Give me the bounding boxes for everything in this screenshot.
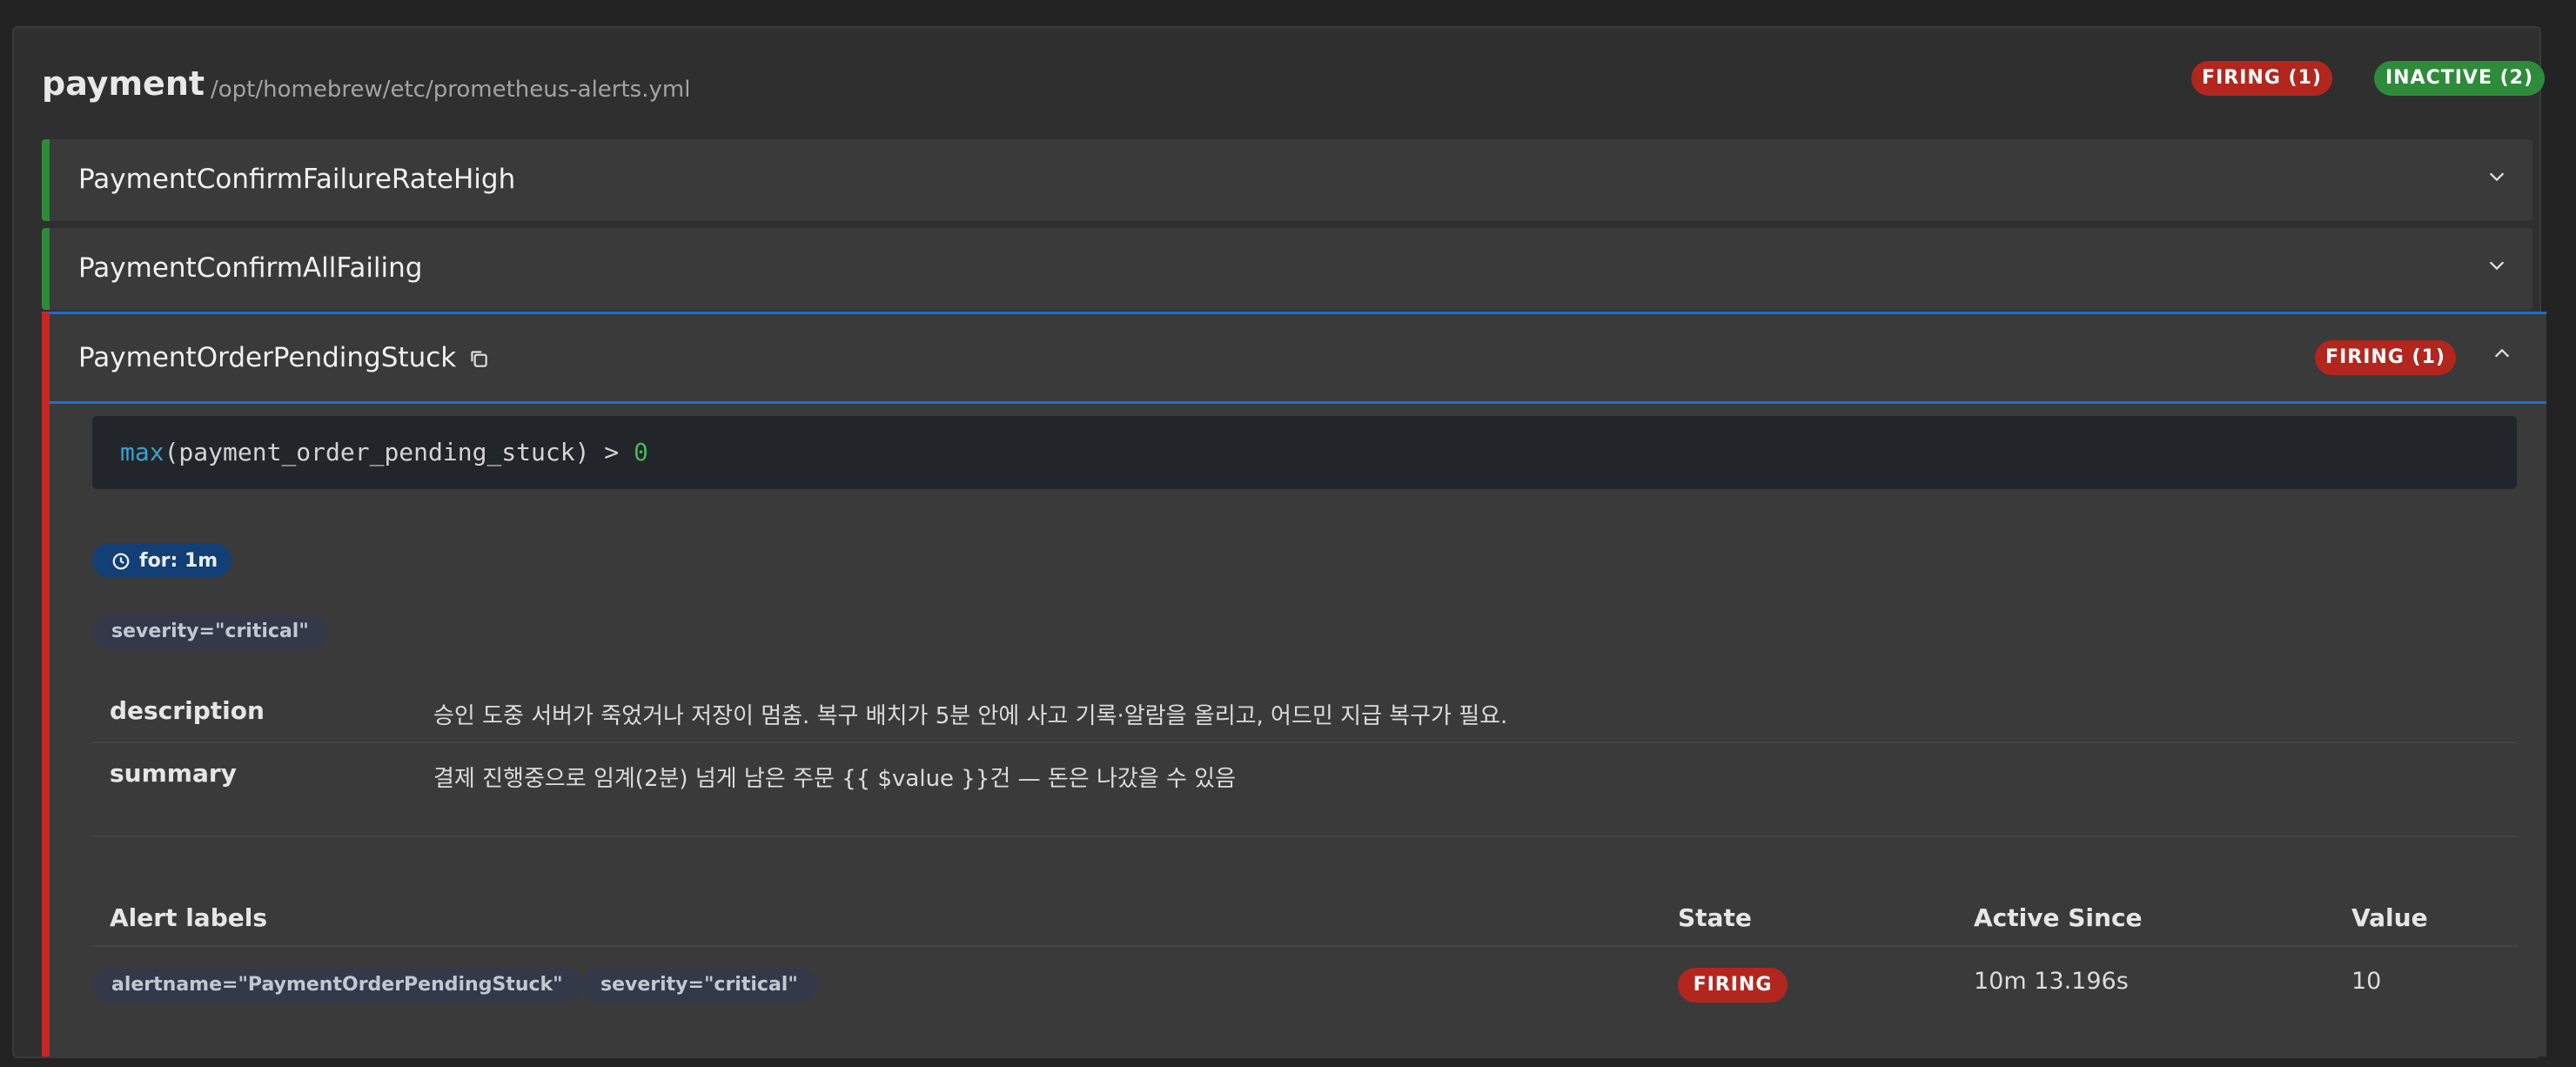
annotation-key: description (110, 696, 265, 725)
query-body: (payment_order_pending_stuck) > (164, 438, 634, 466)
table-row: alertname="PaymentOrderPendingStuck" sev… (92, 956, 2517, 1017)
annotation-key: summary (110, 759, 237, 788)
query-threshold: 0 (634, 438, 648, 466)
group-title: payment (42, 64, 205, 103)
for-duration-pill: for: 1m (92, 543, 231, 578)
alert-value: 10 (2351, 968, 2382, 995)
group-firing-badge[interactable]: FIRING (1) (2191, 61, 2332, 96)
chevron-down-icon[interactable] (2487, 256, 2506, 275)
alert-state-badge: FIRING (1678, 968, 1788, 1003)
for-duration-label: for: 1m (139, 550, 218, 572)
alert-active-since: 10m 13.196s (1974, 968, 2129, 995)
copy-icon[interactable] (467, 347, 490, 370)
annotation-row-summary: summary 결제 진행중으로 임계(2분) 넘게 남은 주문 {{ $val… (92, 743, 2517, 837)
group-inactive-badge[interactable]: INACTIVE (2) (2374, 61, 2545, 96)
rule-firing-badge[interactable]: FIRING (1) (2315, 340, 2456, 375)
rule-name: PaymentConfirmFailureRateHigh (78, 164, 516, 195)
column-header-state: State (1678, 903, 1752, 932)
rule-label-chip: severity="critical" (92, 614, 328, 649)
query-function: max (120, 438, 164, 466)
rule-name: PaymentConfirmAllFailing (78, 252, 423, 284)
alert-label-chip: severity="critical" (581, 968, 817, 1003)
column-header-value: Value (2351, 903, 2428, 932)
rule-state-bar (42, 312, 50, 1057)
clock-icon (112, 553, 130, 570)
rule-row-confirm-failure-rate[interactable]: PaymentConfirmFailureRateHigh (42, 139, 2532, 221)
rule-group-panel: payment /opt/homebrew/etc/prometheus-ale… (12, 26, 2546, 1058)
rule-state-bar (42, 228, 50, 310)
chevron-down-icon[interactable] (2487, 167, 2506, 186)
alert-label-chip: alertname="PaymentOrderPendingStuck" (92, 968, 582, 1003)
annotation-value: 결제 진행중으로 임계(2분) 넘게 남은 주문 {{ $value }}건 —… (433, 766, 1236, 792)
alerts-table-header: Alert labels State Active Since Value (92, 903, 2517, 947)
rule-name: PaymentOrderPendingStuck (78, 342, 457, 373)
column-header-active-since: Active Since (1974, 903, 2143, 932)
annotation-value: 승인 도중 서버가 죽었거나 저장이 멈춤. 복구 배치가 5분 안에 사고 기… (433, 703, 1508, 729)
group-file-path: /opt/homebrew/etc/prometheus-alerts.yml (211, 77, 691, 103)
rule-expanded-pending-stuck: PaymentOrderPendingStuck FIRING (1) max(… (42, 312, 2546, 1057)
rule-state-bar (42, 139, 50, 221)
rule-row-pending-stuck[interactable]: PaymentOrderPendingStuck FIRING (1) (50, 312, 2546, 404)
column-header-labels: Alert labels (110, 903, 267, 932)
rule-group-header: payment /opt/homebrew/etc/prometheus-ale… (42, 59, 2545, 113)
annotation-row-description: description 승인 도중 서버가 죽었거나 저장이 멈춤. 복구 배치… (92, 681, 2517, 743)
chevron-up-icon[interactable] (2492, 344, 2512, 363)
query-expression[interactable]: max(payment_order_pending_stuck) > 0 (92, 416, 2517, 489)
rule-row-confirm-all-failing[interactable]: PaymentConfirmAllFailing (42, 228, 2532, 310)
